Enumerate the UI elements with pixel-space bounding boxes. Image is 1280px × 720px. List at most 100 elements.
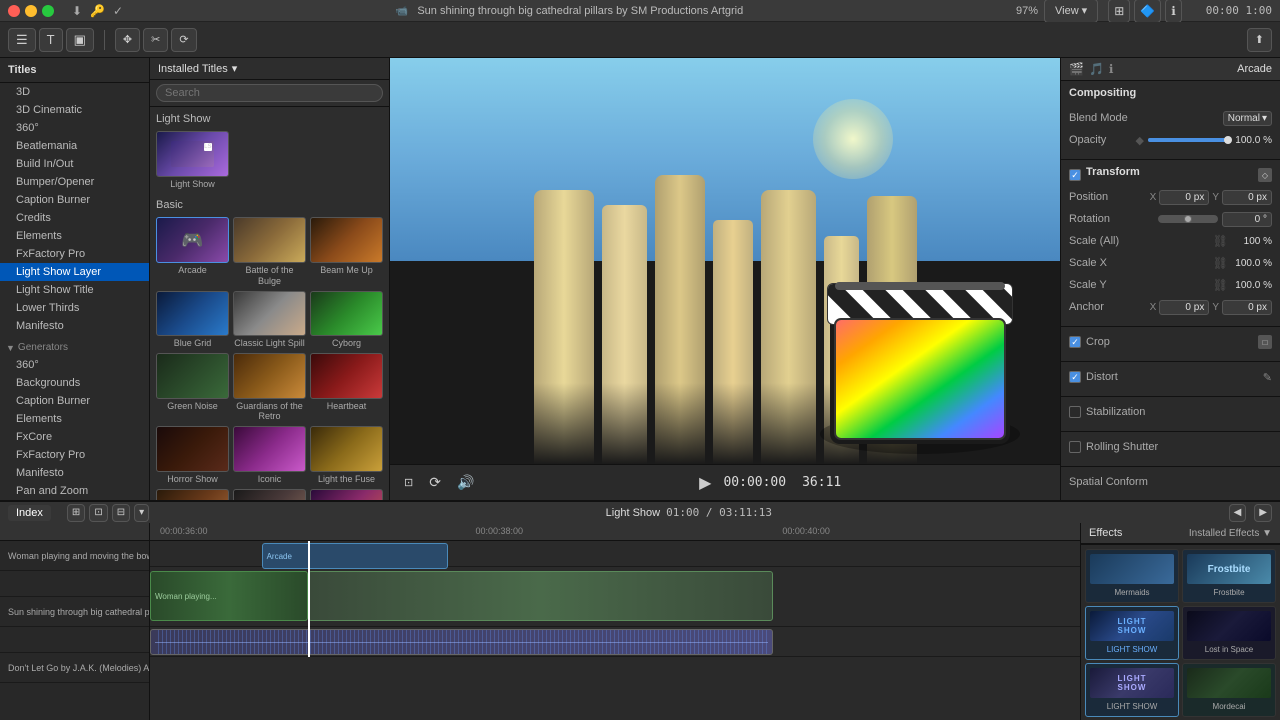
effect-thumb-mermaids[interactable]: Mermaids [1085, 549, 1179, 603]
media-item-beam[interactable]: Beam Me Up [310, 217, 383, 286]
media-item-light-show[interactable]: LS Light Show [156, 131, 229, 189]
effect-thumb-mordecai[interactable]: Mordecai [1182, 663, 1276, 717]
rotation-dial[interactable] [1158, 215, 1218, 223]
anchor-x-input[interactable]: 0 px [1159, 300, 1209, 315]
aspect-ratio-btn[interactable]: ⊡ [400, 474, 417, 491]
info-inspector-icon[interactable]: ℹ [1109, 62, 1114, 76]
panel-item-credits[interactable]: Credits [0, 209, 149, 227]
anchor-y-input[interactable]: 0 px [1222, 300, 1272, 315]
panel-item-light-show-title[interactable]: Light Show Title [0, 281, 149, 299]
panel-item-lower-thirds[interactable]: Lower Thirds [0, 299, 149, 317]
generators-btn[interactable]: ▣ [66, 28, 94, 52]
position-btn[interactable]: ⟳ [171, 28, 196, 52]
clip-arcade[interactable]: Arcade [262, 543, 448, 569]
effect-thumb-light-show-a[interactable]: LIGHTSHOW LIGHT SHOW [1085, 606, 1179, 660]
installed-titles-label[interactable]: Installed Titles ▾ [158, 62, 237, 75]
share-btn[interactable]: ⬆ [1247, 28, 1272, 52]
panel-item-gen-manifesto[interactable]: Manifesto [0, 464, 149, 482]
panel-item-gen-pan-zoom[interactable]: Pan and Zoom [0, 482, 149, 500]
effect-thumb-light-show-b[interactable]: LIGHTSHOW LIGHT SHOW [1085, 663, 1179, 717]
panel-item-fxfactory[interactable]: FxFactory Pro [0, 245, 149, 263]
close-button[interactable] [8, 5, 20, 17]
crop-edit-btn[interactable]: □ [1258, 335, 1272, 349]
panel-item-gen-fxcore[interactable]: FxCore [0, 428, 149, 446]
timeline-nav-next[interactable]: ▶ [1254, 504, 1272, 522]
panel-item-light-show-layer[interactable]: Light Show Layer [0, 263, 149, 281]
media-item-cyborg[interactable]: Cyborg [310, 291, 383, 349]
timeline-playhead[interactable] [308, 541, 310, 657]
titles-btn[interactable]: T [39, 28, 63, 52]
timeline-zoom-dropdown[interactable]: ▾ [134, 504, 149, 522]
panel-item-bumper-opener[interactable]: Bumper/Opener [0, 173, 149, 191]
transform-keyframe-btn[interactable]: ◇ [1258, 168, 1272, 182]
rotation-value[interactable]: 0 ° [1222, 212, 1272, 227]
panel-item-3d[interactable]: 3D [0, 83, 149, 101]
tab-index[interactable]: Index [8, 505, 51, 521]
media-import-btn[interactable]: ☰ [8, 28, 36, 52]
media-item-blue-grid[interactable]: Blue Grid [156, 291, 229, 349]
transform-overlay-btn[interactable]: ⟳ [425, 472, 445, 493]
panel-item-caption-burner[interactable]: Caption Burner [0, 191, 149, 209]
position-y-input[interactable]: 0 px [1222, 190, 1272, 205]
blend-mode-dropdown[interactable]: Normal ▾ [1223, 111, 1272, 126]
panel-item-manifesto[interactable]: Manifesto [0, 317, 149, 335]
inspector-toggle-btn[interactable]: 🔷 [1134, 0, 1161, 23]
distort-checkbox[interactable]: ✓ [1069, 371, 1081, 383]
video-inspector-icon[interactable]: 🎬 [1069, 62, 1084, 76]
clip-cathedral[interactable] [308, 571, 773, 621]
panel-item-gen-360[interactable]: 360° [0, 356, 149, 374]
distort-edit-icon[interactable]: ✎ [1263, 371, 1272, 384]
media-item-matchstick[interactable]: Matchstick [156, 489, 229, 500]
clip-violin[interactable]: Woman playing... [150, 571, 308, 621]
play-button[interactable]: ▶ [695, 471, 715, 495]
inspector-layout-btn[interactable]: ⊞ [1108, 0, 1130, 23]
timeline-btn-1[interactable]: ⊞ [67, 504, 85, 522]
clip-audio-main[interactable] [150, 629, 773, 655]
media-item-classic[interactable]: Classic Light Spill [233, 291, 306, 349]
media-item-heartbeat[interactable]: Heartbeat [310, 353, 383, 422]
media-item-green-noise[interactable]: Green Noise [156, 353, 229, 422]
info-btn[interactable]: ℹ [1165, 0, 1182, 23]
generators-header[interactable]: ▼ Generators [0, 339, 149, 356]
panel-item-gen-elements[interactable]: Elements [0, 410, 149, 428]
transform-btn[interactable]: ✥ [115, 28, 140, 52]
panel-item-gen-caption-burner[interactable]: Caption Burner [0, 392, 149, 410]
audio-btn[interactable]: 🔊 [453, 472, 478, 493]
rolling-shutter-checkbox[interactable] [1069, 441, 1081, 453]
opacity-slider[interactable] [1148, 138, 1228, 142]
media-item-horror[interactable]: Horror Show [156, 426, 229, 484]
position-x-input[interactable]: 0 px [1159, 190, 1209, 205]
media-item-arcade[interactable]: 🎮 Arcade [156, 217, 229, 286]
key-icon[interactable]: 🔑 [90, 4, 105, 18]
media-item-multicolor[interactable]: Multicolor [310, 489, 383, 500]
stabilization-checkbox[interactable] [1069, 406, 1081, 418]
media-item-guardians[interactable]: Guardians of the Retro [233, 353, 306, 422]
media-item-battle[interactable]: Battle of the Bulge [233, 217, 306, 286]
search-input[interactable] [156, 84, 383, 102]
panel-item-beatlemania[interactable]: Beatlemania [0, 137, 149, 155]
panel-item-build-in-out[interactable]: Build In/Out [0, 155, 149, 173]
effect-thumb-frostbite[interactable]: Frostbite Frostbite [1182, 549, 1276, 603]
minimize-button[interactable] [25, 5, 37, 17]
media-item-michael[interactable]: Michael [233, 489, 306, 500]
timeline-btn-3[interactable]: ⊟ [112, 504, 130, 522]
installed-effects-dropdown[interactable]: Installed Effects ▼ [1189, 528, 1272, 539]
panel-item-gen-fxfactory[interactable]: FxFactory Pro [0, 446, 149, 464]
panel-item-gen-backgrounds[interactable]: Backgrounds [0, 374, 149, 392]
check-icon[interactable]: ✓ [113, 4, 123, 18]
panel-item-elements[interactable]: Elements [0, 227, 149, 245]
maximize-button[interactable] [42, 5, 54, 17]
panel-item-3d-cinematic[interactable]: 3D Cinematic [0, 101, 149, 119]
panel-item-360[interactable]: 360° [0, 119, 149, 137]
audio-inspector-icon[interactable]: 🎵 [1089, 62, 1104, 76]
transform-checkbox[interactable]: ✓ [1069, 169, 1081, 181]
trim-btn[interactable]: ✂ [143, 28, 168, 52]
view-button[interactable]: View ▾ [1044, 0, 1098, 23]
media-item-iconic[interactable]: Iconic [233, 426, 306, 484]
effect-thumb-lost-space[interactable]: Lost in Space [1182, 606, 1276, 660]
timeline-nav-prev[interactable]: ◀ [1229, 504, 1247, 522]
download-icon[interactable]: ⬇ [72, 4, 82, 18]
crop-checkbox[interactable]: ✓ [1069, 336, 1081, 348]
timeline-btn-2[interactable]: ⊡ [89, 504, 107, 522]
media-item-light-fuse[interactable]: Light the Fuse [310, 426, 383, 484]
